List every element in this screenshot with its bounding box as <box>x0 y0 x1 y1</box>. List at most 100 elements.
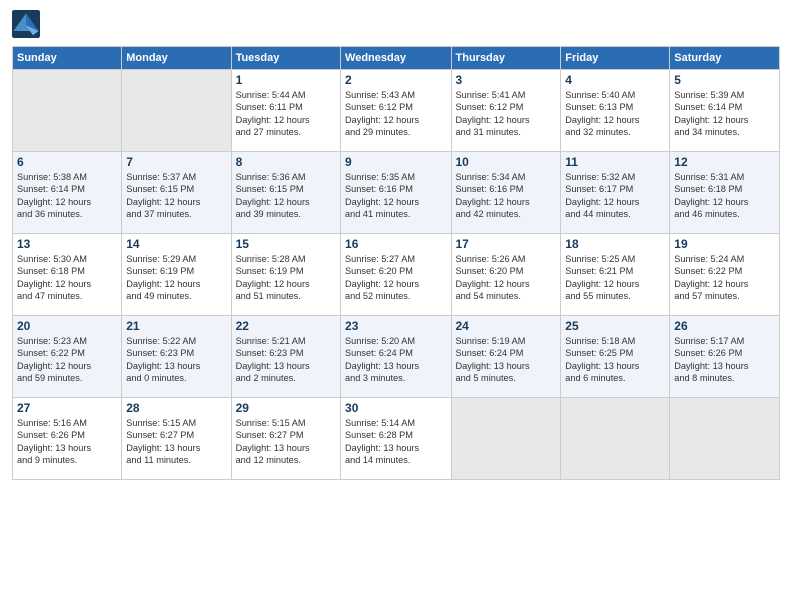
day-info: Sunrise: 5:22 AM Sunset: 6:23 PM Dayligh… <box>126 335 226 385</box>
day-info: Sunrise: 5:27 AM Sunset: 6:20 PM Dayligh… <box>345 253 446 303</box>
calendar-table: SundayMondayTuesdayWednesdayThursdayFrid… <box>12 46 780 480</box>
day-number: 1 <box>236 73 336 87</box>
day-info: Sunrise: 5:23 AM Sunset: 6:22 PM Dayligh… <box>17 335 117 385</box>
day-info: Sunrise: 5:35 AM Sunset: 6:16 PM Dayligh… <box>345 171 446 221</box>
day-header-sunday: Sunday <box>13 47 122 70</box>
calendar-cell: 19Sunrise: 5:24 AM Sunset: 6:22 PM Dayli… <box>670 234 780 316</box>
calendar-cell: 10 Sunrise: 5:34 AM Sunset: 6:16 PM Dayli… <box>451 152 561 234</box>
calendar-cell: 30Sunrise: 5:14 AM Sunset: 6:28 PM Dayli… <box>341 398 451 480</box>
day-info: Sunrise: 5:37 AM Sunset: 6:15 PM Dayligh… <box>126 171 226 221</box>
header <box>12 10 780 38</box>
day-number: 6 <box>17 155 117 169</box>
calendar-cell: 18 Sunrise: 5:25 AM Sunset: 6:21 PM Dayli… <box>561 234 670 316</box>
day-info: Sunrise: 5:15 AM Sunset: 6:27 PM Dayligh… <box>236 417 336 467</box>
day-info: Sunrise: 5:28 AM Sunset: 6:19 PM Dayligh… <box>236 253 336 303</box>
calendar-cell: 6Sunrise: 5:38 AM Sunset: 6:14 PM Daylig… <box>13 152 122 234</box>
day-number: 15 <box>236 237 336 251</box>
day-info: Sunrise: 5:31 AM Sunset: 6:18 PM Dayligh… <box>674 171 775 221</box>
header-row: SundayMondayTuesdayWednesdayThursdayFrid… <box>13 47 780 70</box>
calendar-cell: 11 Sunrise: 5:32 AM Sunset: 6:17 PM Dayli… <box>561 152 670 234</box>
calendar-cell: 14 Sunrise: 5:29 AM Sunset: 6:19 PM Dayli… <box>122 234 231 316</box>
day-info: Sunrise: 5:15 AM Sunset: 6:27 PM Dayligh… <box>126 417 226 467</box>
logo <box>12 10 42 38</box>
day-number: 11 <box>565 155 665 169</box>
day-info: Sunrise: 5:43 AM Sunset: 6:12 PM Dayligh… <box>345 89 446 139</box>
day-number: 5 <box>674 73 775 87</box>
day-number: 18 <box>565 237 665 251</box>
day-info: Sunrise: 5:39 AM Sunset: 6:14 PM Dayligh… <box>674 89 775 139</box>
day-info: Sunrise: 5:20 AM Sunset: 6:24 PM Dayligh… <box>345 335 446 385</box>
day-info: Sunrise: 5:34 AM Sunset: 6:16 PM Dayligh… <box>456 171 557 221</box>
day-header-thursday: Thursday <box>451 47 561 70</box>
calendar-cell <box>13 70 122 152</box>
day-info: Sunrise: 5:25 AM Sunset: 6:21 PM Dayligh… <box>565 253 665 303</box>
calendar-cell: 22 Sunrise: 5:21 AM Sunset: 6:23 PM Dayli… <box>231 316 340 398</box>
day-info: Sunrise: 5:40 AM Sunset: 6:13 PM Dayligh… <box>565 89 665 139</box>
day-number: 22 <box>236 319 336 333</box>
day-number: 26 <box>674 319 775 333</box>
week-row-5: 27Sunrise: 5:16 AM Sunset: 6:26 PM Dayli… <box>13 398 780 480</box>
week-row-1: 1 Sunrise: 5:44 AM Sunset: 6:11 PM Daylig… <box>13 70 780 152</box>
calendar-cell: 13 Sunrise: 5:30 AM Sunset: 6:18 PM Dayli… <box>13 234 122 316</box>
day-header-monday: Monday <box>122 47 231 70</box>
day-info: Sunrise: 5:29 AM Sunset: 6:19 PM Dayligh… <box>126 253 226 303</box>
calendar-cell: 3 Sunrise: 5:41 AM Sunset: 6:12 PM Daylig… <box>451 70 561 152</box>
day-number: 17 <box>456 237 557 251</box>
day-number: 8 <box>236 155 336 169</box>
day-number: 16 <box>345 237 446 251</box>
calendar-cell: 21 Sunrise: 5:22 AM Sunset: 6:23 PM Dayli… <box>122 316 231 398</box>
calendar-cell: 20 Sunrise: 5:23 AM Sunset: 6:22 PM Dayli… <box>13 316 122 398</box>
day-number: 4 <box>565 73 665 87</box>
calendar-cell <box>561 398 670 480</box>
calendar-cell: 16 Sunrise: 5:27 AM Sunset: 6:20 PM Dayli… <box>341 234 451 316</box>
day-info: Sunrise: 5:26 AM Sunset: 6:20 PM Dayligh… <box>456 253 557 303</box>
day-info: Sunrise: 5:18 AM Sunset: 6:25 PM Dayligh… <box>565 335 665 385</box>
day-number: 10 <box>456 155 557 169</box>
day-header-wednesday: Wednesday <box>341 47 451 70</box>
day-info: Sunrise: 5:21 AM Sunset: 6:23 PM Dayligh… <box>236 335 336 385</box>
calendar-cell: 8Sunrise: 5:36 AM Sunset: 6:15 PM Daylig… <box>231 152 340 234</box>
day-info: Sunrise: 5:41 AM Sunset: 6:12 PM Dayligh… <box>456 89 557 139</box>
week-row-2: 6Sunrise: 5:38 AM Sunset: 6:14 PM Daylig… <box>13 152 780 234</box>
calendar-cell: 28 Sunrise: 5:15 AM Sunset: 6:27 PM Dayli… <box>122 398 231 480</box>
day-info: Sunrise: 5:19 AM Sunset: 6:24 PM Dayligh… <box>456 335 557 385</box>
day-number: 21 <box>126 319 226 333</box>
calendar-cell <box>451 398 561 480</box>
day-number: 20 <box>17 319 117 333</box>
day-number: 23 <box>345 319 446 333</box>
day-number: 25 <box>565 319 665 333</box>
day-header-saturday: Saturday <box>670 47 780 70</box>
day-number: 29 <box>236 401 336 415</box>
calendar-cell: 1 Sunrise: 5:44 AM Sunset: 6:11 PM Daylig… <box>231 70 340 152</box>
day-number: 14 <box>126 237 226 251</box>
day-number: 9 <box>345 155 446 169</box>
day-info: Sunrise: 5:44 AM Sunset: 6:11 PM Dayligh… <box>236 89 336 139</box>
calendar-cell: 23 Sunrise: 5:20 AM Sunset: 6:24 PM Dayli… <box>341 316 451 398</box>
day-number: 19 <box>674 237 775 251</box>
calendar-cell: 17 Sunrise: 5:26 AM Sunset: 6:20 PM Dayli… <box>451 234 561 316</box>
day-info: Sunrise: 5:30 AM Sunset: 6:18 PM Dayligh… <box>17 253 117 303</box>
calendar-cell: 15 Sunrise: 5:28 AM Sunset: 6:19 PM Dayli… <box>231 234 340 316</box>
logo-icon <box>12 10 40 38</box>
calendar-cell: 12 Sunrise: 5:31 AM Sunset: 6:18 PM Dayli… <box>670 152 780 234</box>
day-number: 30 <box>345 401 446 415</box>
calendar-cell: 29 Sunrise: 5:15 AM Sunset: 6:27 PM Dayli… <box>231 398 340 480</box>
calendar-cell <box>670 398 780 480</box>
page-container: SundayMondayTuesdayWednesdayThursdayFrid… <box>0 0 792 490</box>
week-row-4: 20 Sunrise: 5:23 AM Sunset: 6:22 PM Dayli… <box>13 316 780 398</box>
calendar-cell: 26 Sunrise: 5:17 AM Sunset: 6:26 PM Dayli… <box>670 316 780 398</box>
day-number: 7 <box>126 155 226 169</box>
calendar-cell: 9 Sunrise: 5:35 AM Sunset: 6:16 PM Daylig… <box>341 152 451 234</box>
calendar-cell: 24Sunrise: 5:19 AM Sunset: 6:24 PM Dayli… <box>451 316 561 398</box>
day-number: 12 <box>674 155 775 169</box>
day-number: 3 <box>456 73 557 87</box>
day-info: Sunrise: 5:17 AM Sunset: 6:26 PM Dayligh… <box>674 335 775 385</box>
calendar-cell: 4 Sunrise: 5:40 AM Sunset: 6:13 PM Daylig… <box>561 70 670 152</box>
calendar-cell <box>122 70 231 152</box>
day-header-tuesday: Tuesday <box>231 47 340 70</box>
day-number: 28 <box>126 401 226 415</box>
calendar-cell: 25 Sunrise: 5:18 AM Sunset: 6:25 PM Dayli… <box>561 316 670 398</box>
day-info: Sunrise: 5:32 AM Sunset: 6:17 PM Dayligh… <box>565 171 665 221</box>
day-number: 13 <box>17 237 117 251</box>
day-number: 2 <box>345 73 446 87</box>
